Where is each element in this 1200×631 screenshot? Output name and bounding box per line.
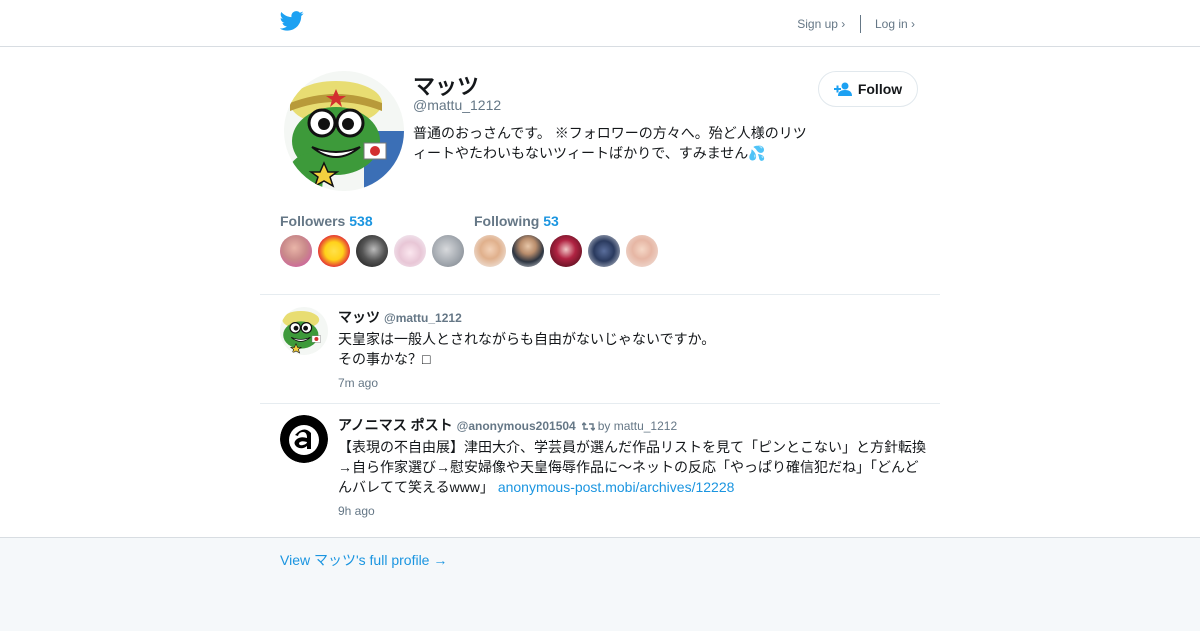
profile-bio: 普通のおっさんです。 ※フォロワーの方々へ。殆ど人様のリツィートやたわいもないツ… xyxy=(413,125,807,161)
following-count: 53 xyxy=(543,213,559,229)
following-avatar[interactable] xyxy=(474,235,506,267)
top-nav: Sign up › Log in › xyxy=(797,15,915,33)
following-avatars xyxy=(474,235,658,267)
followers-count: 538 xyxy=(349,213,373,229)
tweet-text-line: その事かな？□ xyxy=(338,351,431,367)
follower-avatar[interactable] xyxy=(318,235,350,267)
tweet-avatar[interactable] xyxy=(280,307,328,355)
tweet-handle[interactable]: @anonymous201504 xyxy=(457,419,576,433)
following-label: Following xyxy=(474,213,540,229)
tweet-author[interactable]: アノニマス ポスト xyxy=(338,417,453,433)
retweet-label[interactable]: by mattu_1212 xyxy=(598,419,677,433)
tweet-item[interactable]: アノニマス ポスト @anonymous201504 by mattu_1212 【… xyxy=(280,415,930,525)
login-link[interactable]: Log in › xyxy=(875,17,915,31)
signup-link[interactable]: Sign up › xyxy=(797,17,845,31)
follower-avatar[interactable] xyxy=(356,235,388,267)
tweet-text: 【表現の不自由展】津田大介、学芸員が選んだ作品リストを見て「ピンとこない」と方針… xyxy=(338,437,930,497)
tweet-handle[interactable]: @mattu_1212 xyxy=(384,311,462,325)
following-avatar[interactable] xyxy=(588,235,620,267)
tweet-text: 天皇家は一般人とされながらも自由がないじゃないですか。 その事かな？□ xyxy=(338,329,930,369)
tweet-text-line: 天皇家は一般人とされながらも自由がないじゃないですか。 xyxy=(338,331,716,347)
tweet-header: アノニマス ポスト @anonymous201504 by mattu_1212 xyxy=(338,415,677,435)
nav-divider xyxy=(859,15,861,33)
add-user-icon xyxy=(833,82,852,96)
follower-avatar[interactable] xyxy=(394,235,426,267)
retweet-info: by mattu_1212 xyxy=(581,419,677,433)
profile-avatar[interactable] xyxy=(284,71,404,191)
following-stat[interactable]: Following 53 xyxy=(474,213,559,229)
followers-label: Followers xyxy=(280,213,346,229)
following-avatar[interactable] xyxy=(550,235,582,267)
footer: View マッツ's full profile → xyxy=(0,537,1200,631)
retweet-icon xyxy=(581,422,596,432)
tweet-author[interactable]: マッツ xyxy=(338,309,380,325)
tweet-item[interactable]: マッツ @mattu_1212 天皇家は一般人とされながらも自由がないじゃないです… xyxy=(280,307,930,397)
followers-avatars xyxy=(280,235,464,267)
profile-handle: @mattu_1212 xyxy=(413,97,502,113)
full-profile-link[interactable]: View マッツ's full profile → xyxy=(280,550,447,570)
following-avatar[interactable] xyxy=(626,235,658,267)
tweet-timestamp[interactable]: 7m ago xyxy=(338,376,378,390)
profile-card: マッツ @mattu_1212 普通のおっさんです。 ※フォロワーの方々へ。殆ど… xyxy=(260,47,940,537)
divider xyxy=(260,294,940,295)
followers-stat[interactable]: Followers 538 xyxy=(280,213,373,229)
follow-label: Follow xyxy=(857,81,903,97)
tweet-link[interactable]: anonymous-post.mobi/archives/12228 xyxy=(498,479,735,495)
follow-button[interactable]: Follow xyxy=(818,71,918,107)
top-bar: Sign up › Log in › xyxy=(0,0,1200,47)
tweet-timestamp[interactable]: 9h ago xyxy=(338,504,375,518)
following-avatar[interactable] xyxy=(512,235,544,267)
tweet-avatar[interactable] xyxy=(280,415,328,463)
twitter-bird-icon[interactable] xyxy=(280,11,304,31)
follower-avatar[interactable] xyxy=(280,235,312,267)
tweet-header: マッツ @mattu_1212 xyxy=(338,307,462,327)
divider xyxy=(260,403,940,404)
follower-avatar[interactable] xyxy=(432,235,464,267)
